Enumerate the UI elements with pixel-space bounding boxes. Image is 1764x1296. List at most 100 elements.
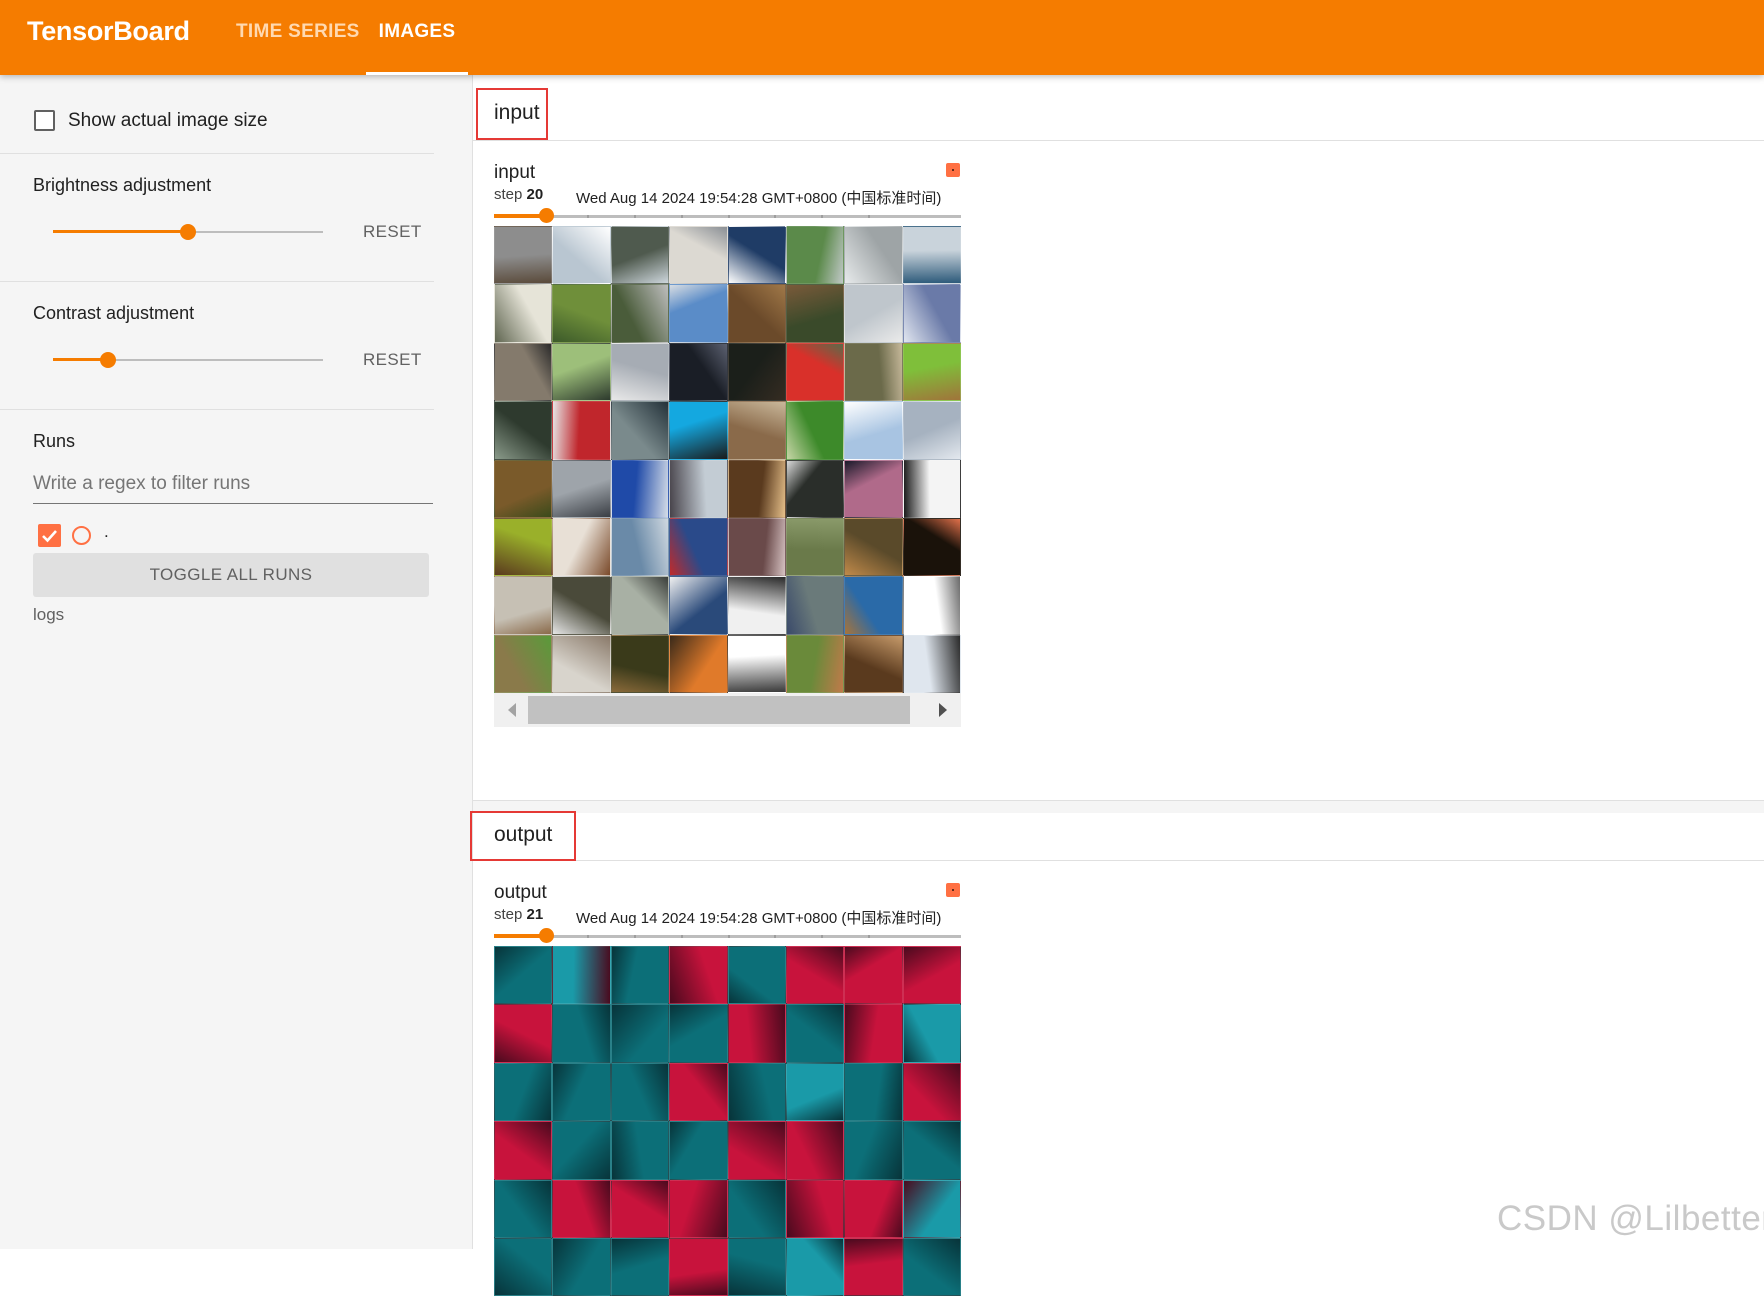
image-thumbnail — [494, 226, 553, 285]
image-thumbnail — [727, 1121, 786, 1180]
image-thumbnail — [727, 576, 786, 635]
image-thumbnail — [669, 576, 728, 635]
image-thumbnail — [494, 459, 553, 518]
image-thumbnail — [552, 401, 611, 460]
image-thumbnail — [844, 946, 903, 1005]
image-thumbnail — [785, 459, 845, 518]
image-thumbnail — [610, 1237, 670, 1296]
divider — [0, 409, 434, 410]
image-thumbnail — [785, 634, 845, 693]
step-tick — [867, 215, 870, 218]
section-header-output[interactable]: output — [494, 823, 552, 847]
image-thumbnail — [727, 401, 786, 460]
tab-label: IMAGES — [378, 21, 456, 42]
image-thumbnail — [610, 1062, 670, 1122]
show-actual-size-label[interactable]: Show actual image size — [68, 110, 268, 132]
step-tick — [587, 935, 590, 938]
toggle-all-runs-button[interactable]: TOGGLE ALL RUNS — [33, 553, 429, 597]
image-grid-input[interactable] — [494, 226, 961, 693]
image-thumbnail — [785, 1121, 845, 1180]
image-thumbnail — [494, 1062, 553, 1122]
step-tick — [774, 935, 777, 938]
scroll-right-icon[interactable] — [939, 703, 947, 717]
image-thumbnail — [844, 226, 903, 285]
image-thumbnail — [669, 1004, 728, 1063]
image-thumbnail — [494, 401, 553, 460]
image-thumbnail — [727, 459, 786, 518]
check-icon — [42, 530, 57, 543]
image-thumbnail — [610, 1179, 670, 1238]
image-thumbnail — [785, 1179, 845, 1238]
image-thumbnail — [669, 284, 728, 343]
image-thumbnail — [727, 284, 786, 343]
sidebar: Show actual image size Brightness adjust… — [0, 75, 473, 1249]
tab-time-series[interactable]: TIME SERIES — [236, 0, 360, 75]
scroll-left-icon[interactable] — [508, 703, 516, 717]
step-tick — [634, 935, 637, 938]
image-grid-output[interactable] — [494, 946, 961, 1296]
image-thumbnail — [844, 342, 903, 402]
image-thumbnail — [552, 946, 611, 1005]
section-gap — [473, 800, 1764, 813]
image-thumbnail — [494, 1004, 553, 1063]
horizontal-scrollbar[interactable] — [494, 693, 961, 727]
image-thumbnail — [669, 459, 728, 518]
image-thumbnail — [494, 1237, 553, 1296]
step-tick — [820, 215, 823, 218]
image-thumbnail — [844, 1004, 903, 1063]
image-thumbnail — [610, 1121, 670, 1180]
image-thumbnail — [727, 1062, 786, 1122]
brightness-slider-thumb[interactable] — [180, 224, 196, 240]
image-thumbnail — [785, 517, 845, 577]
step-slider-thumb[interactable] — [539, 208, 554, 223]
section-header-input[interactable]: input — [494, 101, 540, 125]
scrollbar-thumb[interactable] — [528, 696, 910, 724]
step-tick — [634, 215, 637, 218]
image-thumbnail — [785, 342, 845, 402]
image-thumbnail — [844, 1062, 903, 1122]
contrast-slider-thumb[interactable] — [100, 352, 116, 368]
step-tick — [587, 215, 590, 218]
run-checkbox[interactable] — [38, 524, 61, 547]
image-thumbnail — [552, 1237, 611, 1296]
section-divider — [473, 800, 1764, 801]
image-thumbnail — [610, 342, 670, 402]
image-thumbnail — [494, 946, 553, 1005]
image-thumbnail — [727, 634, 786, 693]
tab-images[interactable]: IMAGES — [366, 0, 468, 75]
image-thumbnail — [669, 946, 728, 1005]
runs-title: Runs — [33, 431, 76, 451]
image-thumbnail — [902, 342, 961, 402]
image-thumbnail — [844, 634, 903, 693]
image-thumbnail — [610, 226, 670, 285]
brightness-reset-button[interactable]: RESET — [363, 222, 422, 242]
image-thumbnail — [902, 576, 961, 635]
image-thumbnail — [902, 1179, 961, 1238]
image-thumbnail — [494, 576, 553, 635]
app-logo-title[interactable]: TensorBoard — [27, 16, 190, 47]
step-value: 21 — [526, 906, 544, 923]
image-thumbnail — [669, 342, 728, 402]
run-color-radio[interactable] — [72, 526, 91, 545]
image-thumbnail — [552, 1004, 611, 1063]
image-thumbnail — [785, 1062, 845, 1122]
divider — [0, 281, 434, 282]
image-thumbnail — [552, 576, 611, 635]
brightness-slider-fill — [53, 230, 188, 233]
image-thumbnail — [785, 401, 845, 460]
image-thumbnail — [552, 634, 611, 693]
contrast-reset-button[interactable]: RESET — [363, 350, 422, 370]
step-slider-thumb[interactable] — [539, 928, 554, 943]
image-thumbnail — [494, 342, 553, 402]
step-tick — [820, 935, 823, 938]
watermark: CSDN @Lilbetter. — [1497, 1199, 1764, 1238]
image-thumbnail — [727, 1004, 786, 1063]
image-thumbnail — [669, 1121, 728, 1180]
image-thumbnail — [844, 401, 903, 460]
show-actual-size-checkbox[interactable] — [34, 110, 55, 131]
image-thumbnail — [844, 1121, 903, 1180]
image-thumbnail — [785, 226, 845, 285]
run-filter-input[interactable] — [33, 465, 433, 504]
image-thumbnail — [727, 1237, 786, 1296]
image-thumbnail — [902, 517, 961, 577]
